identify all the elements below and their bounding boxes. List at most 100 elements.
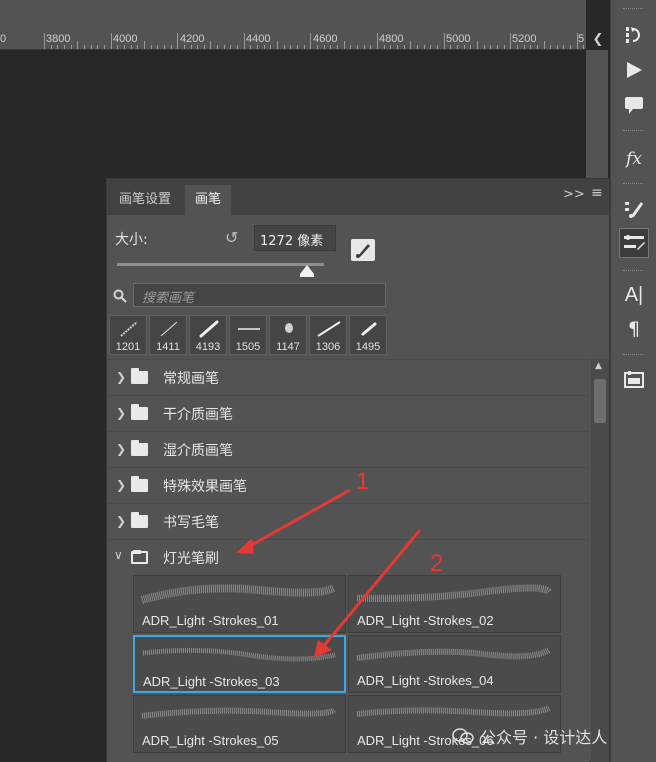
history-icon[interactable] bbox=[619, 20, 649, 50]
folder-row[interactable]: ❯ 特殊效果画笔 bbox=[107, 467, 589, 503]
recent-brush[interactable]: 1147 bbox=[269, 315, 307, 355]
panel-menu-icon[interactable]: ≡ bbox=[591, 185, 603, 201]
size-slider-track[interactable] bbox=[117, 263, 324, 266]
recent-brush[interactable]: 4193 bbox=[189, 315, 227, 355]
ruler-tick bbox=[151, 45, 152, 49]
chevron-right-icon[interactable]: ❯ bbox=[116, 442, 126, 456]
recent-brushes: 1201 1411 4193 1505 1147 1306 1495 bbox=[109, 315, 389, 355]
recent-brush-size: 1147 bbox=[276, 341, 300, 353]
chevron-down-icon[interactable]: ∨ bbox=[114, 548, 123, 562]
brush-icon[interactable] bbox=[619, 194, 649, 224]
ruler-tick bbox=[377, 33, 378, 49]
ruler-tick bbox=[577, 33, 578, 49]
tab-brush-settings[interactable]: 画笔设置 bbox=[109, 185, 181, 215]
ruler-tick bbox=[57, 45, 58, 49]
brush-tile[interactable]: ADR_Light -Strokes_02 bbox=[348, 575, 561, 633]
brush-tile-selected[interactable]: ADR_Light -Strokes_03 bbox=[133, 635, 346, 693]
properties-icon[interactable] bbox=[619, 364, 649, 394]
dock-grip[interactable] bbox=[623, 183, 643, 186]
ruler-tick bbox=[490, 45, 491, 49]
ruler-tick bbox=[237, 45, 238, 49]
character-icon[interactable]: A| bbox=[619, 280, 649, 310]
recent-brush[interactable]: 1201 bbox=[109, 315, 147, 355]
ruler-tick bbox=[410, 41, 411, 49]
brush-settings-button[interactable] bbox=[351, 239, 375, 261]
folder-row[interactable]: ❯ 湿介质画笔 bbox=[107, 431, 589, 467]
dock-grip[interactable] bbox=[623, 270, 643, 273]
scroll-up-icon[interactable]: ▲ bbox=[595, 361, 602, 371]
ruler-label: 4200 bbox=[180, 33, 205, 45]
size-slider-handle-base[interactable] bbox=[300, 274, 314, 277]
size-label: 大小: bbox=[115, 232, 148, 248]
ruler-tick bbox=[350, 45, 351, 49]
ruler-tick bbox=[563, 45, 564, 49]
size-slider-handle[interactable] bbox=[300, 265, 314, 274]
folder-icon bbox=[131, 512, 148, 528]
recent-brush[interactable]: 1495 bbox=[349, 315, 387, 355]
ruler-tick bbox=[317, 45, 318, 49]
ruler-tick bbox=[304, 45, 305, 49]
ruler-tick bbox=[310, 33, 311, 49]
folder-row[interactable]: ❯ 常规画笔 bbox=[107, 359, 589, 395]
brush-tile[interactable]: ADR_Light -Strokes_01 bbox=[133, 575, 346, 633]
search-icon bbox=[113, 289, 127, 303]
collapse-panel-icon[interactable]: >> bbox=[563, 187, 585, 202]
play-actions-icon[interactable] bbox=[619, 55, 649, 85]
comments-icon[interactable] bbox=[619, 90, 649, 120]
brush-tile[interactable]: ADR_Light -Strokes_04 bbox=[348, 635, 561, 693]
folder-label: 书写毛笔 bbox=[163, 515, 219, 531]
brush-stroke-preview bbox=[141, 707, 337, 719]
folder-row-expanded[interactable]: ∨ 灯光笔刷 bbox=[107, 539, 589, 575]
ruler-tick bbox=[530, 45, 531, 49]
dock-grip[interactable] bbox=[623, 130, 643, 133]
ruler-tick bbox=[330, 45, 331, 49]
tab-brushes[interactable]: 画笔 bbox=[185, 185, 232, 215]
ruler-tick bbox=[217, 45, 218, 49]
dock-grip[interactable] bbox=[623, 8, 643, 11]
recent-brush[interactable]: 1505 bbox=[229, 315, 267, 355]
brush-tile[interactable]: ADR_Light -Strokes_05 bbox=[133, 695, 346, 753]
ruler-tick bbox=[337, 45, 338, 49]
chevron-right-icon[interactable]: ❯ bbox=[116, 370, 126, 384]
chevron-left-icon[interactable]: ❮ bbox=[588, 30, 608, 50]
canvas-scrollbar[interactable] bbox=[586, 50, 608, 178]
brush-stroke-preview bbox=[140, 584, 336, 604]
fx-styles-icon[interactable]: fx bbox=[619, 144, 649, 174]
ruler-tick bbox=[191, 45, 192, 49]
ruler-tick bbox=[570, 45, 571, 49]
wechat-icon bbox=[452, 727, 474, 745]
chevron-right-icon[interactable]: ❯ bbox=[116, 478, 126, 492]
ruler-tick bbox=[484, 45, 485, 49]
ruler-label: 0 bbox=[0, 33, 7, 45]
folder-row[interactable]: ❯ 书写毛笔 bbox=[107, 503, 589, 539]
ruler-label: 5000 bbox=[446, 33, 471, 45]
folder-icon bbox=[131, 368, 148, 384]
watermark-text: 公众号 · 设计达人 bbox=[480, 728, 608, 747]
folder-label: 常规画笔 bbox=[163, 371, 219, 387]
folder-icon bbox=[131, 404, 148, 420]
ruler-tick bbox=[51, 45, 52, 49]
dock-grip[interactable] bbox=[623, 354, 643, 357]
brush-list-scrollbar[interactable]: ▲ bbox=[591, 359, 609, 762]
ruler-tick bbox=[430, 45, 431, 49]
search-input[interactable]: 搜索画笔 bbox=[133, 283, 386, 307]
ruler-tick bbox=[417, 45, 418, 49]
ruler-tick bbox=[44, 33, 45, 49]
recent-brush-size: 1201 bbox=[115, 341, 141, 353]
scroll-thumb[interactable] bbox=[594, 379, 606, 423]
reset-size-icon[interactable]: ↺ bbox=[225, 229, 243, 247]
ruler-tick bbox=[464, 45, 465, 49]
paragraph-icon[interactable]: ¶ bbox=[619, 314, 649, 344]
ruler-tick bbox=[177, 33, 178, 49]
recent-brush[interactable]: 1306 bbox=[309, 315, 347, 355]
size-input[interactable]: 1272 像素 bbox=[254, 225, 336, 251]
recent-brush[interactable]: 1411 bbox=[149, 315, 187, 355]
chevron-right-icon[interactable]: ❯ bbox=[116, 514, 126, 528]
folder-row[interactable]: ❯ 干介质画笔 bbox=[107, 395, 589, 431]
ruler-tick bbox=[297, 45, 298, 49]
chevron-right-icon[interactable]: ❯ bbox=[116, 406, 126, 420]
brush-panel-icon[interactable] bbox=[619, 228, 649, 258]
ruler-tick bbox=[277, 41, 278, 49]
ruler-tick bbox=[184, 45, 185, 49]
recent-brush-size: 1411 bbox=[156, 341, 180, 353]
